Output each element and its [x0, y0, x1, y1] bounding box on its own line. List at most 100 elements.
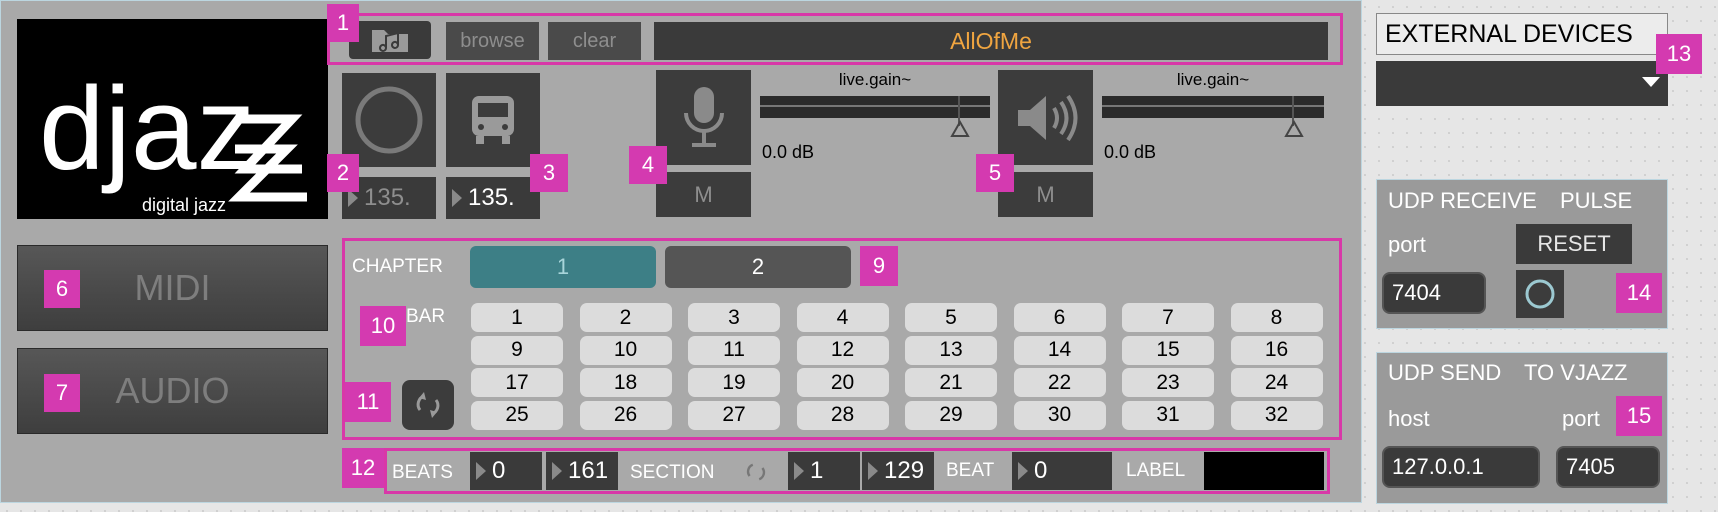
- bar-button-31[interactable]: 31: [1122, 400, 1214, 430]
- mic-db-value: 0.0 dB: [762, 142, 815, 162]
- section-loop-icon: [746, 463, 766, 481]
- chevron-down-icon: [1642, 77, 1660, 87]
- to-vjazz-label: TO VJAZZ: [1524, 360, 1628, 385]
- section-loop-button[interactable]: [736, 455, 776, 489]
- bar-button-29[interactable]: 29: [905, 400, 997, 430]
- file-name-display: AllOfMe: [654, 22, 1328, 60]
- tempo-input-b[interactable]: 135.: [446, 177, 540, 219]
- microphone-icon: [683, 86, 724, 147]
- section-label: SECTION: [630, 462, 715, 483]
- logo-brand: djaz: [39, 63, 255, 195]
- section-input[interactable]: 1: [788, 452, 860, 490]
- browse-button[interactable]: browse: [446, 22, 539, 60]
- bar-button-11[interactable]: 11: [688, 335, 780, 365]
- bar-button-17[interactable]: 17: [471, 368, 563, 397]
- tempo-value-b: 135.: [468, 184, 515, 211]
- bar-button-7[interactable]: 7: [1122, 303, 1214, 332]
- bar-button-32[interactable]: 32: [1230, 400, 1323, 430]
- bar-button-22[interactable]: 22: [1013, 368, 1106, 397]
- bar-button-24[interactable]: 24: [1230, 368, 1323, 397]
- udp-receive-title: UDP RECEIVE: [1388, 188, 1537, 213]
- section-total: 129: [884, 457, 925, 484]
- bar-button-9[interactable]: 9: [471, 335, 563, 365]
- bar-button-8[interactable]: 8: [1230, 303, 1323, 332]
- pulse-label: PULSE: [1560, 188, 1633, 213]
- bar-button-27[interactable]: 27: [688, 400, 780, 430]
- section-value: 1: [810, 457, 824, 484]
- folder-button[interactable]: [349, 21, 431, 59]
- section-total-input[interactable]: 129: [862, 452, 934, 490]
- djazz-logo-graphic: djaz digital jazz: [39, 63, 307, 215]
- speaker-gain-label: live.gain~: [1176, 70, 1250, 89]
- bar-button-12[interactable]: 12: [796, 335, 889, 365]
- beats-total-input[interactable]: 161: [546, 452, 618, 490]
- beat-label: BEAT: [946, 460, 995, 481]
- badge-5: 5: [976, 154, 1014, 192]
- pulse-indicator: [1516, 270, 1564, 318]
- badge-12: 12: [342, 448, 384, 488]
- bar-button-10[interactable]: 10: [579, 335, 672, 365]
- badge-13: 13: [1656, 34, 1702, 74]
- bar-label: BAR: [406, 306, 446, 327]
- beats-value: 0: [492, 457, 506, 484]
- beats-total: 161: [568, 457, 609, 484]
- bar-button-14[interactable]: 14: [1013, 335, 1106, 365]
- bar-button-25[interactable]: 25: [471, 400, 563, 430]
- badge-11: 11: [345, 382, 391, 422]
- send-port-label: port: [1562, 406, 1600, 431]
- bar-button-28[interactable]: 28: [796, 400, 889, 430]
- mic-mute-button[interactable]: M: [656, 172, 751, 217]
- music-folder-icon: [372, 30, 408, 52]
- label-field[interactable]: [1204, 452, 1324, 490]
- bar-button-19[interactable]: 19: [688, 368, 780, 397]
- bus-button[interactable]: [446, 73, 540, 167]
- mic-gain-track: [760, 105, 990, 107]
- badge-14: 14: [1616, 273, 1662, 313]
- bar-button-15[interactable]: 15: [1122, 335, 1214, 365]
- bar-button-23[interactable]: 23: [1122, 368, 1214, 397]
- pulse-circle-icon: [1525, 279, 1555, 309]
- badge-1: 1: [327, 4, 359, 42]
- badge-10: 10: [360, 306, 406, 346]
- reset-button[interactable]: RESET: [1516, 224, 1632, 264]
- bar-button-26[interactable]: 26: [579, 400, 672, 430]
- receive-port-label: port: [1388, 232, 1426, 257]
- bar-button-16[interactable]: 16: [1230, 335, 1323, 365]
- bar-button-21[interactable]: 21: [905, 368, 997, 397]
- chapter-2-button[interactable]: 2: [665, 246, 851, 288]
- bus-icon: [472, 96, 514, 144]
- badge-15: 15: [1616, 396, 1662, 436]
- bar-button-18[interactable]: 18: [579, 368, 672, 397]
- logo-tagline: digital jazz: [142, 195, 226, 215]
- chapter-1-button[interactable]: 1: [470, 246, 656, 288]
- beats-input[interactable]: 0: [470, 452, 542, 490]
- mic-gain-slider[interactable]: [760, 96, 990, 126]
- bar-button-30[interactable]: 30: [1013, 400, 1106, 430]
- host-field[interactable]: 127.0.0.1: [1382, 446, 1540, 488]
- badge-9: 9: [860, 246, 898, 286]
- microphone-button[interactable]: [656, 70, 751, 165]
- speaker-button[interactable]: [998, 70, 1093, 165]
- bar-button-5[interactable]: 5: [905, 303, 997, 332]
- loop-icon: [416, 392, 440, 418]
- bar-button-3[interactable]: 3: [688, 303, 780, 332]
- bar-button-6[interactable]: 6: [1013, 303, 1106, 332]
- send-port-field[interactable]: 7405: [1556, 446, 1660, 488]
- play-toggle-button[interactable]: [342, 73, 436, 167]
- midi-label: MIDI: [134, 267, 211, 308]
- loop-button[interactable]: [402, 380, 454, 430]
- bar-button-13[interactable]: 13: [905, 335, 997, 365]
- receive-port-field[interactable]: 7404: [1382, 272, 1486, 314]
- bar-button-2[interactable]: 2: [579, 303, 672, 332]
- clear-button[interactable]: clear: [548, 22, 641, 60]
- badge-4: 4: [629, 146, 667, 184]
- bar-button-1[interactable]: 1: [471, 303, 563, 332]
- speaker-gain-track: [1102, 105, 1324, 107]
- external-devices-dropdown[interactable]: [1376, 61, 1668, 106]
- speaker-gain-slider[interactable]: [1102, 96, 1324, 126]
- speaker-gain-triangle-icon: [1284, 120, 1304, 137]
- beat-input[interactable]: 0: [1012, 452, 1112, 490]
- tempo-value-a: 135.: [364, 184, 411, 211]
- bar-button-20[interactable]: 20: [796, 368, 889, 397]
- bar-button-4[interactable]: 4: [796, 303, 889, 332]
